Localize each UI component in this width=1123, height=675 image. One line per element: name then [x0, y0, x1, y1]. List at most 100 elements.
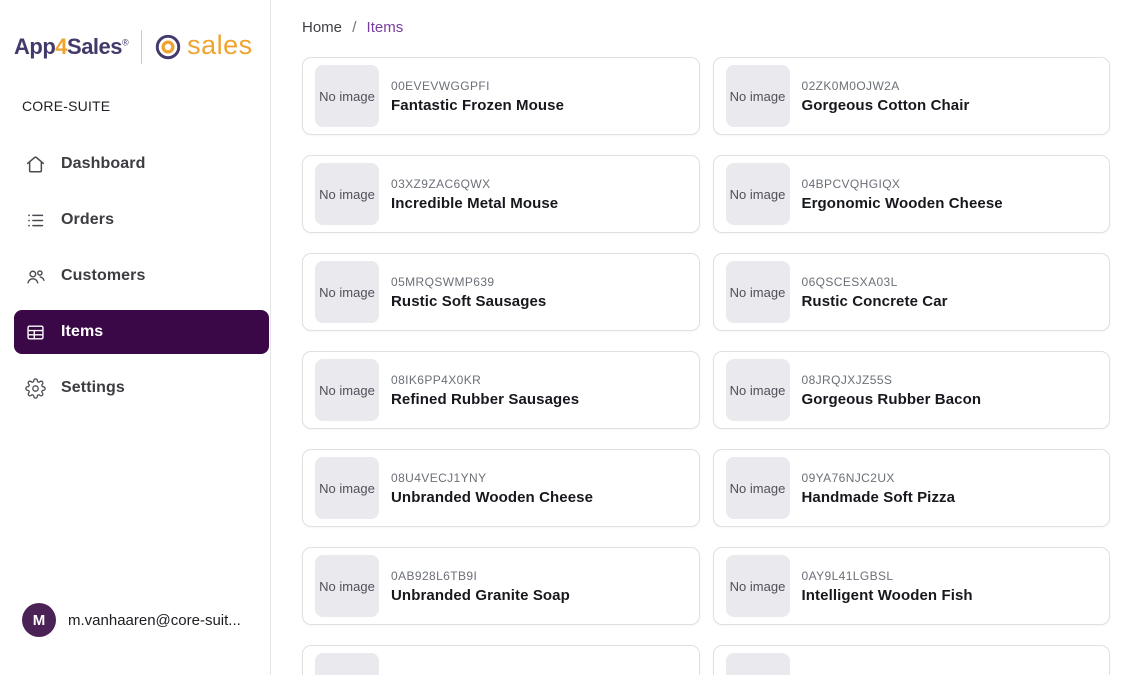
item-card[interactable]: No image 0AB928L6TB9I Unbranded Granite …: [302, 547, 700, 625]
orders-list-icon: [25, 210, 46, 231]
items-grid: No image 00EVEVWGGPFI Fantastic Frozen M…: [272, 57, 1123, 675]
no-image-placeholder: No image: [726, 261, 790, 323]
no-image-placeholder: No image: [315, 163, 379, 225]
registered-mark: ®: [122, 38, 128, 48]
no-image-placeholder: No image: [315, 261, 379, 323]
no-image-label: No image: [730, 579, 786, 594]
no-image-label: No image: [319, 383, 375, 398]
no-image-label: No image: [319, 481, 375, 496]
app-window: App4Sales® sales CORE-SUITE Dashboard: [0, 0, 1123, 675]
item-name: Unbranded Granite Soap: [391, 587, 570, 604]
item-name: Incredible Metal Mouse: [391, 195, 558, 212]
sidebar-item-label: Settings: [61, 379, 125, 397]
sidebar-item-label: Dashboard: [61, 155, 145, 173]
item-code: 08JRQJXJZ55S: [802, 373, 982, 387]
item-code: 02ZK0M0OJW2A: [802, 79, 970, 93]
item-card[interactable]: No image 0AY9L41LGBSL Intelligent Wooden…: [713, 547, 1111, 625]
item-card[interactable]: No image 03XZ9ZAC6QWX Incredible Metal M…: [302, 155, 700, 233]
item-name: Rustic Soft Sausages: [391, 293, 546, 310]
sidebar-item-items[interactable]: Items: [14, 310, 269, 354]
item-code: 03XZ9ZAC6QWX: [391, 177, 558, 191]
item-card[interactable]: No image 00EVEVWGGPFI Fantastic Frozen M…: [302, 57, 700, 135]
item-meta: 08JRQJXJZ55S Gorgeous Rubber Bacon: [802, 373, 982, 408]
no-image-placeholder: No image: [726, 359, 790, 421]
no-image-label: No image: [319, 89, 375, 104]
item-name: Intelligent Wooden Fish: [802, 587, 973, 604]
item-code: 0AY9L41LGBSL: [802, 569, 973, 583]
item-name: Rustic Concrete Car: [802, 293, 948, 310]
item-meta: 06QSCESXA03L Rustic Concrete Car: [802, 275, 948, 310]
main-content: Home / Items No image 00EVEVWGGPFI Fanta…: [272, 0, 1123, 675]
sidebar-item-orders[interactable]: Orders: [14, 198, 269, 242]
no-image-placeholder: No image: [315, 555, 379, 617]
item-card[interactable]: No image 04BPCVQHGIQX Ergonomic Wooden C…: [713, 155, 1111, 233]
item-name: Gorgeous Cotton Chair: [802, 97, 970, 114]
item-card[interactable]: No image 05MRQSWMP639 Rustic Soft Sausag…: [302, 253, 700, 331]
item-card[interactable]: No image 06QSCESXA03L Rustic Concrete Ca…: [713, 253, 1111, 331]
sales-wordmark: sales: [187, 32, 253, 62]
item-card[interactable]: No image 08U4VECJ1YNY Unbranded Wooden C…: [302, 449, 700, 527]
item-meta: 08IK6PP4X0KR Refined Rubber Sausages: [391, 373, 579, 408]
no-image-placeholder: No image: [315, 65, 379, 127]
item-meta: 09YA76NJC2UX Handmade Soft Pizza: [802, 471, 956, 506]
customers-icon: [25, 266, 46, 287]
item-card[interactable]: No image 09YA76NJC2UX Handmade Soft Pizz…: [713, 449, 1111, 527]
workspace-label: CORE-SUITE: [0, 66, 270, 114]
no-image-label: No image: [730, 89, 786, 104]
no-image-placeholder: No image: [315, 653, 379, 675]
item-meta: 04BPCVQHGIQX Ergonomic Wooden Cheese: [802, 177, 1003, 212]
breadcrumb-home-link[interactable]: Home: [302, 19, 342, 36]
breadcrumb-current: Items: [367, 19, 404, 36]
no-image-label: No image: [730, 187, 786, 202]
no-image-label: No image: [319, 579, 375, 594]
item-meta: 05MRQSWMP639 Rustic Soft Sausages: [391, 275, 546, 310]
no-image-placeholder: No image: [726, 65, 790, 127]
item-code: 09YA76NJC2UX: [802, 471, 956, 485]
breadcrumb-separator: /: [352, 19, 356, 36]
item-code: 06QSCESXA03L: [802, 275, 948, 289]
item-card[interactable]: No image 0G2MABUM08QJ: [713, 645, 1111, 675]
no-image-label: No image: [319, 187, 375, 202]
item-card[interactable]: No image 02ZK0M0OJW2A Gorgeous Cotton Ch…: [713, 57, 1111, 135]
item-meta: 02ZK0M0OJW2A Gorgeous Cotton Chair: [802, 79, 970, 114]
no-image-placeholder: No image: [315, 359, 379, 421]
no-image-placeholder: No image: [726, 457, 790, 519]
logo-divider: [141, 30, 142, 64]
item-code: 08U4VECJ1YNY: [391, 471, 593, 485]
item-name: Refined Rubber Sausages: [391, 391, 579, 408]
sales-target-icon: [155, 34, 181, 60]
item-code: 08IK6PP4X0KR: [391, 373, 579, 387]
sidebar-item-customers[interactable]: Customers: [14, 254, 269, 298]
item-name: Handmade Soft Pizza: [802, 489, 956, 506]
item-card[interactable]: No image 0DQKJEG65YZI: [302, 645, 700, 675]
item-name: Unbranded Wooden Cheese: [391, 489, 593, 506]
sidebar-item-dashboard[interactable]: Dashboard: [14, 142, 269, 186]
sidebar-item-settings[interactable]: Settings: [14, 366, 269, 410]
user-account[interactable]: M m.vanhaaren@core-suit...: [22, 603, 241, 637]
item-name: Gorgeous Rubber Bacon: [802, 391, 982, 408]
breadcrumb: Home / Items: [272, 0, 1123, 57]
no-image-label: No image: [730, 481, 786, 496]
sidebar-item-label: Customers: [61, 267, 145, 285]
item-meta: 08U4VECJ1YNY Unbranded Wooden Cheese: [391, 471, 593, 506]
item-card[interactable]: No image 08JRQJXJZ55S Gorgeous Rubber Ba…: [713, 351, 1111, 429]
sidebar-item-label: Items: [61, 323, 103, 341]
item-code: 04BPCVQHGIQX: [802, 177, 1003, 191]
item-meta: 0AB928L6TB9I Unbranded Granite Soap: [391, 569, 570, 604]
app-logo: App4Sales® sales: [0, 0, 270, 66]
item-meta: 03XZ9ZAC6QWX Incredible Metal Mouse: [391, 177, 558, 212]
item-meta: 0AY9L41LGBSL Intelligent Wooden Fish: [802, 569, 973, 604]
item-card[interactable]: No image 08IK6PP4X0KR Refined Rubber Sau…: [302, 351, 700, 429]
user-avatar: M: [22, 603, 56, 637]
item-name: Fantastic Frozen Mouse: [391, 97, 564, 114]
no-image-placeholder: No image: [726, 555, 790, 617]
item-code: 00EVEVWGGPFI: [391, 79, 564, 93]
sidebar: App4Sales® sales CORE-SUITE Dashboard: [0, 0, 271, 675]
item-meta: 00EVEVWGGPFI Fantastic Frozen Mouse: [391, 79, 564, 114]
sidebar-item-label: Orders: [61, 211, 114, 229]
item-name: Ergonomic Wooden Cheese: [802, 195, 1003, 212]
items-table-icon: [25, 322, 46, 343]
no-image-label: No image: [319, 285, 375, 300]
user-email: m.vanhaaren@core-suit...: [68, 612, 241, 629]
item-code: 05MRQSWMP639: [391, 275, 546, 289]
